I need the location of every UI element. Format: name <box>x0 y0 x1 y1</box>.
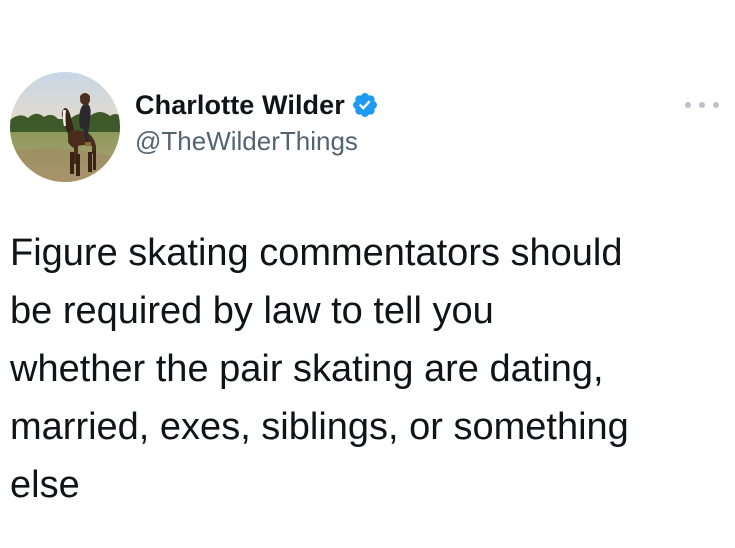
verified-badge-icon <box>351 91 379 119</box>
handle[interactable]: @TheWilderThings <box>135 126 379 157</box>
author-block[interactable]: Charlotte Wilder @TheWilderThings <box>135 88 379 157</box>
more-dot-icon <box>685 102 691 108</box>
avatar-photo <box>10 72 120 182</box>
more-options-icon[interactable] <box>685 98 719 112</box>
tweet-card: Charlotte Wilder @TheWilderThings Figure… <box>0 0 735 548</box>
more-dot-icon <box>699 102 705 108</box>
display-name[interactable]: Charlotte Wilder <box>135 90 345 121</box>
name-row: Charlotte Wilder <box>135 88 379 122</box>
avatar[interactable] <box>10 72 120 182</box>
tweet-text: Figure skating commentators should be re… <box>10 232 629 506</box>
more-dot-icon <box>713 102 719 108</box>
